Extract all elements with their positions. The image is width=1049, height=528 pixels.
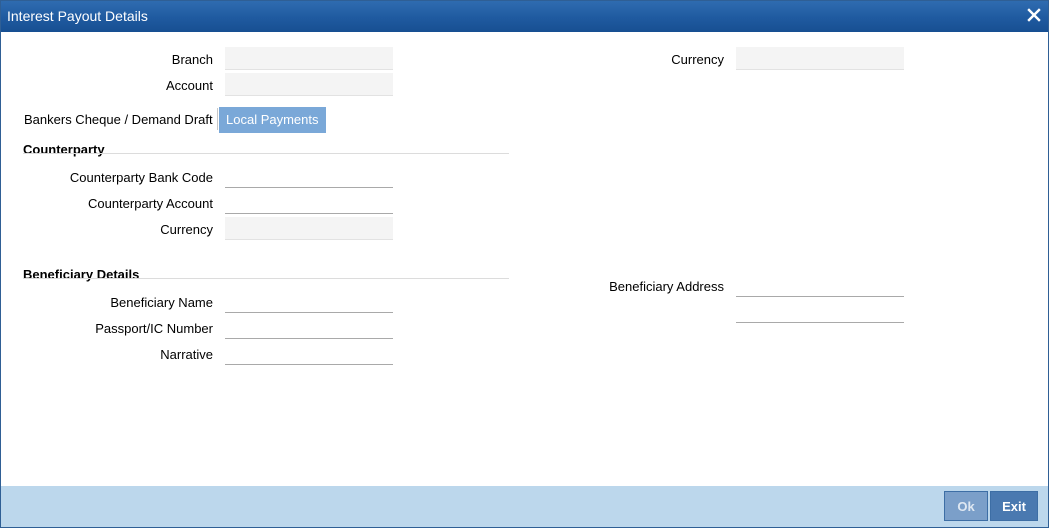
beneficiary-address-line2-field[interactable] <box>736 300 904 323</box>
footer-bar: Ok Exit <box>1 486 1048 527</box>
beneficiary-name-label: Beneficiary Name <box>110 295 213 310</box>
narrative-label: Narrative <box>160 347 213 362</box>
ok-button[interactable]: Ok <box>944 491 988 521</box>
title-bar: Interest Payout Details <box>1 1 1048 32</box>
counterparty-currency-field[interactable] <box>225 217 393 240</box>
passport-ic-number-label: Passport/IC Number <box>95 321 213 336</box>
currency-label: Currency <box>671 52 724 67</box>
tab-local-payments[interactable]: Local Payments <box>219 107 326 133</box>
counterparty-account-field[interactable] <box>225 191 393 214</box>
beneficiary-name-field[interactable] <box>225 290 393 313</box>
branch-field[interactable] <box>225 47 393 70</box>
close-icon[interactable] <box>1026 7 1042 23</box>
counterparty-account-label: Counterparty Account <box>87 196 213 211</box>
interest-payout-details-window: Interest Payout Details Branch Account C… <box>0 0 1049 528</box>
counterparty-divider <box>23 153 509 154</box>
beneficiary-divider <box>23 278 509 279</box>
currency-field[interactable] <box>736 47 904 70</box>
passport-ic-number-field[interactable] <box>225 316 393 339</box>
counterparty-bank-code-field[interactable] <box>225 165 393 188</box>
narrative-field[interactable] <box>225 342 393 365</box>
counterparty-currency-label: Currency <box>160 222 213 237</box>
tab-bankers-cheque[interactable]: Bankers Cheque / Demand Draft <box>24 107 213 133</box>
branch-label: Branch <box>171 52 213 67</box>
beneficiary-address-label: Beneficiary Address <box>609 279 724 294</box>
exit-button[interactable]: Exit <box>990 491 1038 521</box>
beneficiary-section-title: Beneficiary Details <box>23 267 140 282</box>
window-title: Interest Payout Details <box>7 8 148 24</box>
tab-divider <box>217 108 218 130</box>
counterparty-bank-code-label: Counterparty Bank Code <box>69 170 213 185</box>
account-field[interactable] <box>225 73 393 96</box>
counterparty-section-title: Counterparty <box>23 142 105 157</box>
account-label: Account <box>166 78 213 93</box>
beneficiary-address-line1-field[interactable] <box>736 274 904 297</box>
